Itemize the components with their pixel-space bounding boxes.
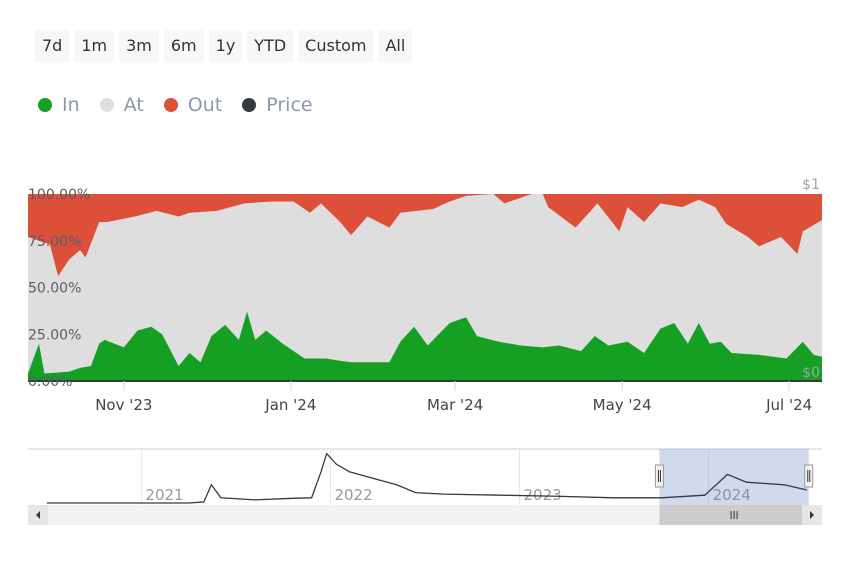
chart: 0.00% 25.00% 50.00% 75.00% 100.00% $1 $0 Nov '2… xyxy=(28,177,822,525)
x-tick-label: Jul '24 xyxy=(765,396,812,414)
y-tick-label: 100.00% xyxy=(28,187,90,203)
y-tick-label: 25.00% xyxy=(28,327,81,343)
navigator-handle[interactable] xyxy=(804,464,814,488)
y2-tick-label: $0 xyxy=(802,365,820,381)
x-tick-label: Jan '24 xyxy=(264,396,316,414)
navigator-year-label: 2022 xyxy=(334,486,372,504)
x-tick-label: Mar '24 xyxy=(427,396,483,414)
y2-tick-label: $1 xyxy=(802,177,820,193)
x-tick-label: Nov '23 xyxy=(95,396,152,414)
x-tick-label: May '24 xyxy=(593,396,652,414)
navigator-year-label: 2023 xyxy=(524,486,562,504)
y-tick-label: 0.00% xyxy=(28,374,72,390)
y-tick-label: 50.00% xyxy=(28,281,81,297)
y-tick-label: 75.00% xyxy=(28,234,81,250)
navigator-handle[interactable] xyxy=(654,464,664,488)
navigator-year-label: 2021 xyxy=(145,486,183,504)
